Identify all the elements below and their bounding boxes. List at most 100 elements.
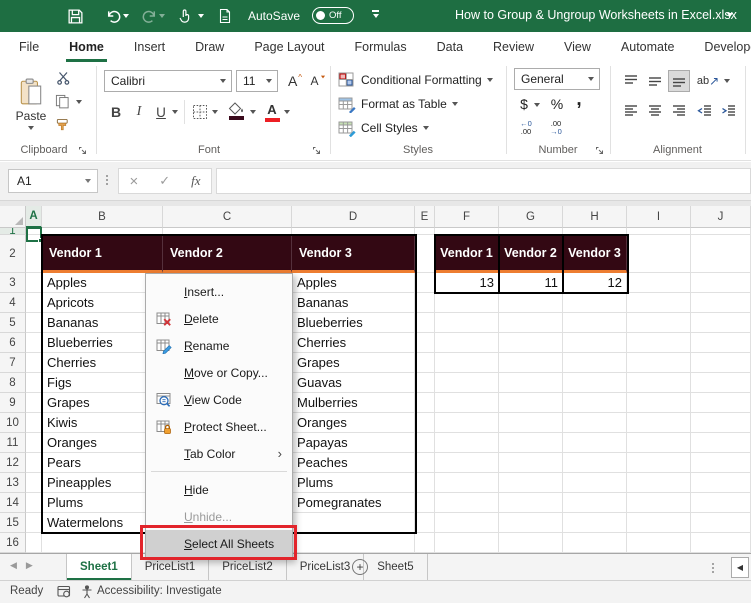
hscroll-left-arrow[interactable]: ◀ (731, 557, 749, 578)
row-header-7[interactable]: 7 (0, 353, 26, 373)
cell-G16[interactable] (499, 533, 563, 553)
cell-I16[interactable] (627, 533, 691, 553)
fill-color-icon[interactable] (228, 102, 246, 115)
tab-file[interactable]: File (4, 32, 54, 62)
font-size-select[interactable]: 11 (236, 70, 278, 92)
underline-dropdown-icon[interactable] (172, 110, 178, 114)
cell-A14[interactable] (26, 493, 42, 513)
cell-H3[interactable]: 12 (563, 273, 627, 293)
cell-D10[interactable]: Oranges (292, 413, 415, 433)
orientation-button[interactable]: ab↗ (696, 70, 720, 92)
cell-F7[interactable] (435, 353, 499, 373)
cell-G13[interactable] (499, 473, 563, 493)
comma-style-button[interactable]: , (572, 90, 586, 110)
row-header-15[interactable]: 15 (0, 513, 26, 533)
cell-I4[interactable] (627, 293, 691, 313)
cell-A4[interactable] (26, 293, 42, 313)
touch-mode-dropdown-icon[interactable] (196, 7, 206, 25)
cell-D7[interactable]: Grapes (292, 353, 415, 373)
cell-D4[interactable]: Bananas (292, 293, 415, 313)
row-header-2[interactable]: 2 (0, 235, 26, 273)
cell-H2[interactable]: Vendor 3 (563, 235, 627, 273)
cell-H14[interactable] (563, 493, 627, 513)
orientation-dropdown-icon[interactable] (724, 79, 730, 83)
cell-H8[interactable] (563, 373, 627, 393)
cell-G4[interactable] (499, 293, 563, 313)
cell-D15[interactable] (292, 513, 415, 533)
cell-J15[interactable] (691, 513, 751, 533)
column-header-H[interactable]: H (563, 206, 627, 228)
column-header-F[interactable]: F (435, 206, 499, 228)
tab-data[interactable]: Data (422, 32, 478, 62)
menu-item-select-all-sheets[interactable]: Select All Sheets (146, 530, 292, 557)
italic-button[interactable]: I (130, 100, 148, 124)
cell-F4[interactable] (435, 293, 499, 313)
cell-F14[interactable] (435, 493, 499, 513)
cell-D8[interactable]: Guavas (292, 373, 415, 393)
percent-style-button[interactable]: % (548, 94, 566, 114)
cell-F1[interactable] (435, 228, 499, 235)
middle-align-button[interactable] (644, 70, 666, 92)
cell-I13[interactable] (627, 473, 691, 493)
cell-J11[interactable] (691, 433, 751, 453)
cell-F10[interactable] (435, 413, 499, 433)
font-color-icon[interactable]: A (264, 100, 280, 118)
cell-D14[interactable]: Pomegranates (292, 493, 415, 513)
cell-J16[interactable] (691, 533, 751, 553)
cell-F11[interactable] (435, 433, 499, 453)
cell-E7[interactable] (415, 353, 435, 373)
menu-item-delete[interactable]: Delete (146, 305, 292, 332)
menu-item-protect-sheet[interactable]: Protect Sheet... (146, 413, 292, 440)
cell-I15[interactable] (627, 513, 691, 533)
top-align-button[interactable] (620, 70, 642, 92)
cell-D12[interactable]: Peaches (292, 453, 415, 473)
cell-E1[interactable] (415, 228, 435, 235)
column-header-B[interactable]: B (42, 206, 163, 228)
column-header-I[interactable]: I (627, 206, 691, 228)
cell-B2[interactable]: Vendor 1 (42, 235, 163, 273)
cell-A12[interactable] (26, 453, 42, 473)
column-header-A[interactable]: A (26, 206, 42, 228)
accounting-dropdown-icon[interactable] (534, 103, 540, 107)
cell-A13[interactable] (26, 473, 42, 493)
cell-E13[interactable] (415, 473, 435, 493)
cell-D3[interactable]: Apples (292, 273, 415, 293)
font-name-select[interactable]: Calibri (104, 70, 232, 92)
cell-F5[interactable] (435, 313, 499, 333)
row-header-4[interactable]: 4 (0, 293, 26, 313)
sheet-nav-arrows[interactable]: ◀▶ (10, 560, 42, 571)
cell-F16[interactable] (435, 533, 499, 553)
cell-G7[interactable] (499, 353, 563, 373)
cell-A2[interactable] (26, 235, 42, 273)
cell-G14[interactable] (499, 493, 563, 513)
cell-G6[interactable] (499, 333, 563, 353)
increase-indent-button[interactable] (718, 100, 740, 122)
underline-button[interactable]: U (152, 100, 170, 124)
row-header-14[interactable]: 14 (0, 493, 26, 513)
tab-draw[interactable]: Draw (180, 32, 239, 62)
bottom-align-button[interactable] (668, 70, 690, 92)
cell-E11[interactable] (415, 433, 435, 453)
borders-icon[interactable] (192, 104, 208, 120)
cell-H1[interactable] (563, 228, 627, 235)
cell-G15[interactable] (499, 513, 563, 533)
tab-formulas[interactable]: Formulas (340, 32, 422, 62)
insert-function-icon[interactable]: fx (191, 173, 200, 189)
tab-view[interactable]: View (549, 32, 606, 62)
borders-dropdown-icon[interactable] (212, 110, 218, 114)
quick-access-customize-icon[interactable] (372, 10, 379, 18)
row-header-3[interactable]: 3 (0, 273, 26, 293)
cell-J14[interactable] (691, 493, 751, 513)
cell-E16[interactable] (415, 533, 435, 553)
tab-insert[interactable]: Insert (119, 32, 180, 62)
cell-styles-button[interactable]: Cell Styles (338, 116, 429, 139)
cell-A3[interactable] (26, 273, 42, 293)
bold-button[interactable]: B (106, 100, 126, 124)
clipboard-dialog-launcher-icon[interactable] (78, 145, 88, 155)
menu-item-insert[interactable]: Insert... (146, 278, 292, 305)
name-box[interactable]: A1 (8, 169, 98, 193)
row-header-5[interactable]: 5 (0, 313, 26, 333)
cancel-icon[interactable]: × (129, 173, 138, 190)
cell-H5[interactable] (563, 313, 627, 333)
touch-mode-icon[interactable] (176, 7, 194, 25)
